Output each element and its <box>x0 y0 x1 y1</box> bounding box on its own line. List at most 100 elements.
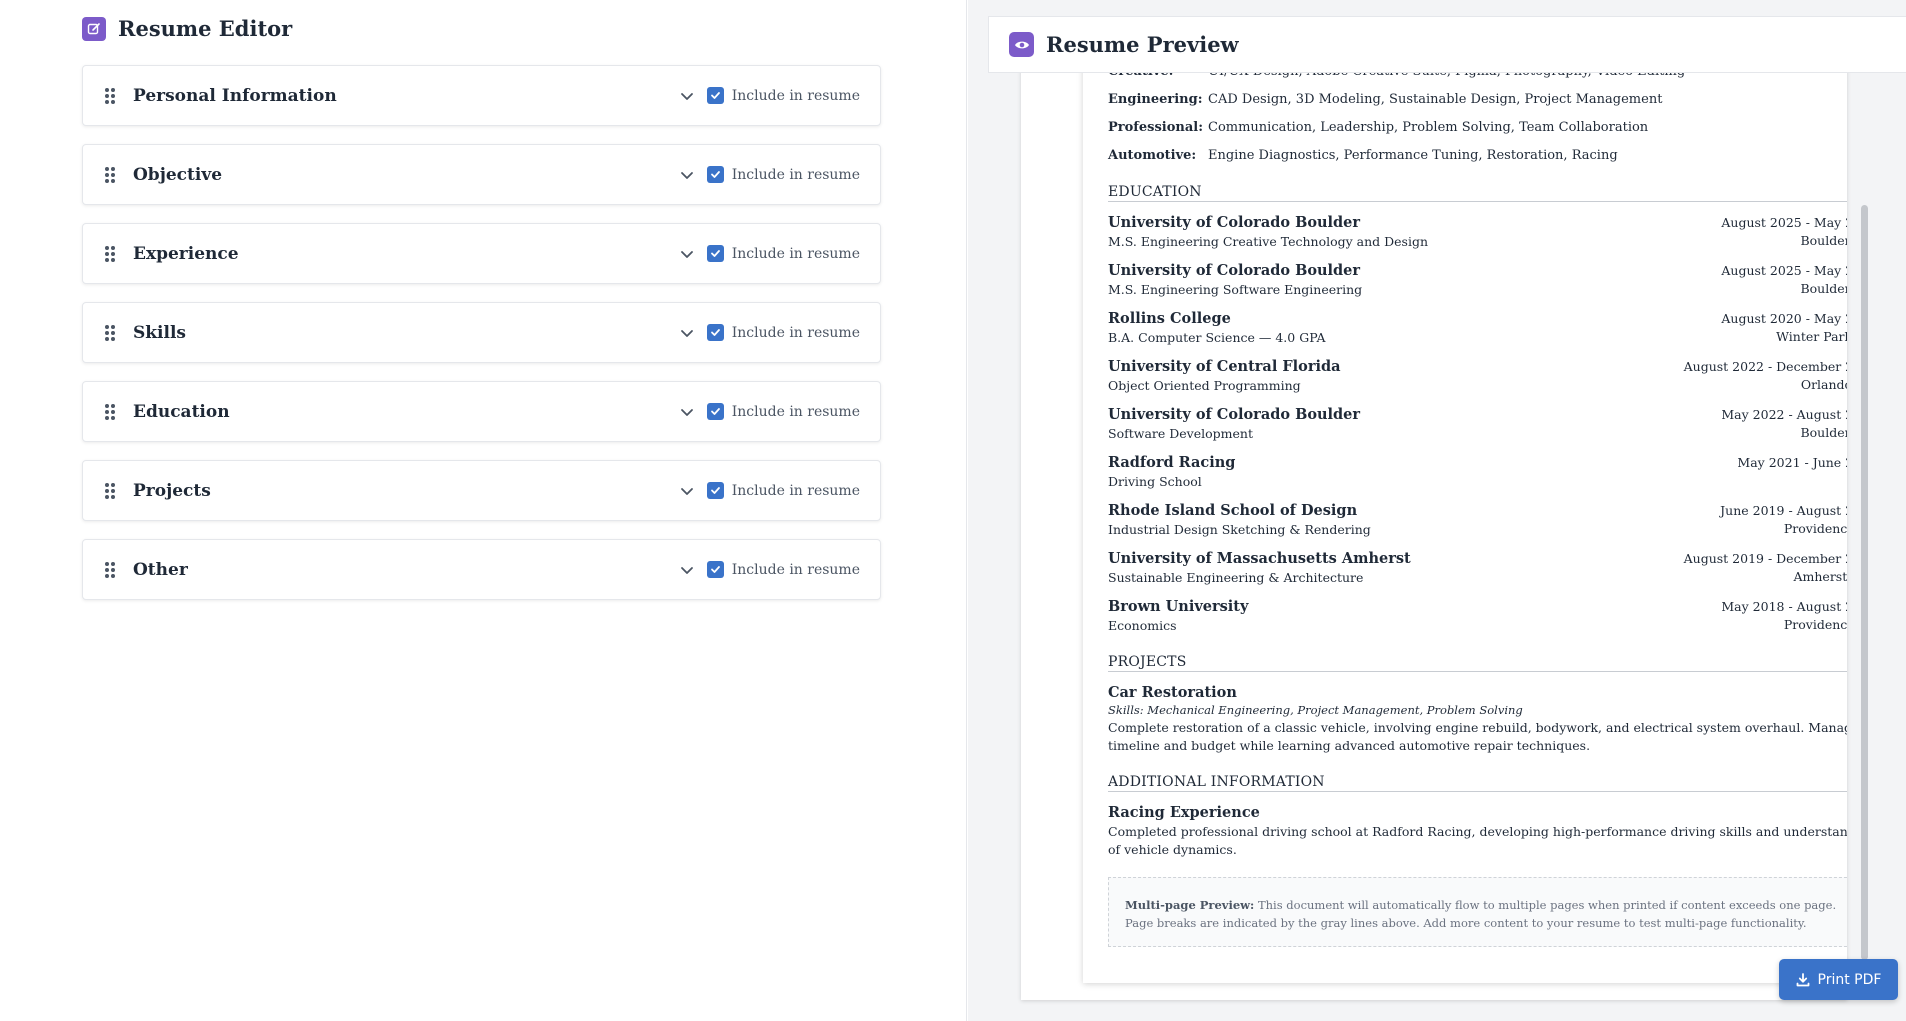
drag-handle-icon[interactable] <box>105 403 115 420</box>
editor-title: Resume Editor <box>118 16 293 41</box>
section-card-skills[interactable]: Skills Include in resume <box>82 302 881 363</box>
chevron-down-icon[interactable] <box>679 562 695 578</box>
additional-heading: ADDITIONAL INFORMATION <box>1108 774 1847 792</box>
school-name: University of Central Florida <box>1108 358 1341 375</box>
section-title: Personal Information <box>133 85 337 106</box>
education-heading: EDUCATION <box>1108 184 1847 202</box>
school-name: University of Colorado Boulder <box>1108 262 1361 279</box>
include-checkbox[interactable] <box>706 245 724 262</box>
education-entry: University of Central Florida Object Ori… <box>1108 358 1847 398</box>
section-card-personal-information[interactable]: Personal Information Include in resume <box>82 65 881 126</box>
project-title: Car Restoration <box>1108 684 1237 701</box>
education-entry: Radford Racing Driving School May 2021 -… <box>1108 454 1847 494</box>
dates: May 2018 - August 2018 <box>1721 599 1847 614</box>
include-checkbox[interactable] <box>706 561 724 578</box>
project-description: Complete restoration of a classic vehicl… <box>1108 720 1847 753</box>
preview-title: Resume Preview <box>1046 32 1239 57</box>
section-card-education[interactable]: Education Include in resume <box>82 381 881 442</box>
preview-scrollbar[interactable] <box>1861 205 1868 960</box>
degree: Sustainable Engineering & Architecture <box>1108 570 1364 585</box>
section-card-experience[interactable]: Experience Include in resume <box>82 223 881 284</box>
section-card-other[interactable]: Other Include in resume <box>82 539 881 600</box>
projects-heading: PROJECTS <box>1108 654 1847 672</box>
skill-row: Professional: Communication, Leadership,… <box>1108 120 1648 135</box>
chevron-down-icon[interactable] <box>679 246 695 262</box>
skill-items: Engine Diagnostics, Performance Tuning, … <box>1208 148 1618 163</box>
section-title: Education <box>133 401 230 422</box>
section-title: Skills <box>133 322 187 343</box>
section-title: Experience <box>133 243 239 264</box>
drag-handle-icon[interactable] <box>105 324 115 341</box>
dates: June 2019 - August 2019 <box>1720 503 1847 518</box>
degree: Driving School <box>1108 474 1202 489</box>
section-title: Projects <box>133 480 211 501</box>
education-entry: University of Colorado Boulder M.S. Engi… <box>1108 214 1847 254</box>
skill-category: Professional: <box>1108 120 1204 135</box>
include-checkbox[interactable] <box>706 482 724 499</box>
note-label: Multi-page Preview: <box>1125 898 1255 912</box>
degree: Object Oriented Programming <box>1108 378 1301 393</box>
dates: August 2020 - May 2023 <box>1721 311 1847 326</box>
chevron-down-icon[interactable] <box>679 167 695 183</box>
include-label: Include in resume <box>731 166 860 183</box>
degree: M.S. Engineering Creative Technology and… <box>1108 234 1429 249</box>
school-name: University of Colorado Boulder <box>1108 406 1361 423</box>
multi-page-note: Multi-page Preview: This document will a… <box>1108 877 1847 947</box>
drag-handle-icon[interactable] <box>105 482 115 499</box>
resume-editor-panel: Resume Editor Personal Information Inclu… <box>0 0 967 1021</box>
drag-handle-icon[interactable] <box>105 166 115 183</box>
location: Boulder, CO <box>1800 233 1847 248</box>
drag-handle-icon[interactable] <box>105 561 115 578</box>
include-checkbox[interactable] <box>706 324 724 341</box>
editor-header: Resume Editor <box>82 16 292 41</box>
preview-scroll-area[interactable]: Creative: UI/UX Design, Adobe Creative S… <box>1021 60 1847 1000</box>
section-title: Objective <box>133 164 223 185</box>
include-checkbox[interactable] <box>706 166 724 183</box>
degree: Industrial Design Sketching & Rendering <box>1108 522 1371 537</box>
include-label: Include in resume <box>731 87 860 104</box>
location: Orlando, FL <box>1800 377 1847 392</box>
section-card-objective[interactable]: Objective Include in resume <box>82 144 881 205</box>
additional-title: Racing Experience <box>1108 804 1260 821</box>
degree: B.A. Computer Science — 4.0 GPA <box>1108 330 1326 345</box>
school-name: Radford Racing <box>1108 454 1236 471</box>
skill-category: Automotive: <box>1108 148 1197 163</box>
chevron-down-icon[interactable] <box>679 88 695 104</box>
chevron-down-icon[interactable] <box>679 483 695 499</box>
location: Providence, RI <box>1783 617 1847 632</box>
include-label: Include in resume <box>731 403 860 420</box>
skill-row: Automotive: Engine Diagnostics, Performa… <box>1108 148 1618 163</box>
print-pdf-button[interactable]: Print PDF <box>1779 959 1898 1000</box>
drag-handle-icon[interactable] <box>105 87 115 104</box>
degree: Economics <box>1108 618 1177 633</box>
download-icon <box>1796 972 1809 986</box>
location: Amherst, MA <box>1793 569 1847 584</box>
dates: August 2025 - May 2027 <box>1721 263 1847 278</box>
school-name: Rhode Island School of Design <box>1108 502 1358 519</box>
project-skills: Skills: Mechanical Engineering, Project … <box>1108 703 1523 717</box>
degree: M.S. Engineering Software Engineering <box>1108 282 1363 297</box>
location: Boulder, CO <box>1800 281 1847 296</box>
location: Providence, RI <box>1783 521 1847 536</box>
education-entry: Rollins College B.A. Computer Science — … <box>1108 310 1847 350</box>
drag-handle-icon[interactable] <box>105 245 115 262</box>
edit-icon <box>82 16 106 41</box>
section-card-projects[interactable]: Projects Include in resume <box>82 460 881 521</box>
dates: August 2025 - May 2027 <box>1721 215 1847 230</box>
chevron-down-icon[interactable] <box>679 404 695 420</box>
include-checkbox[interactable] <box>706 87 724 104</box>
dates: May 2021 - June 2021 <box>1737 455 1847 470</box>
school-name: University of Colorado Boulder <box>1108 214 1361 231</box>
include-checkbox[interactable] <box>706 403 724 420</box>
dates: May 2022 - August 2022 <box>1721 407 1847 422</box>
resume-page: Creative: UI/UX Design, Adobe Creative S… <box>1083 60 1847 983</box>
school-name: University of Massachusetts Amherst <box>1108 550 1411 567</box>
education-entry: Brown University Economics May 2018 - Au… <box>1108 598 1847 638</box>
chevron-down-icon[interactable] <box>679 325 695 341</box>
education-entry: University of Colorado Boulder M.S. Engi… <box>1108 262 1847 302</box>
preview-header: Resume Preview <box>988 16 1906 73</box>
skill-category: Engineering: <box>1108 92 1203 107</box>
section-title: Other <box>133 559 188 580</box>
resume-preview-panel: Resume Preview Creative: UI/UX Design, A… <box>968 0 1906 1021</box>
location: Winter Park, FL <box>1776 329 1847 344</box>
